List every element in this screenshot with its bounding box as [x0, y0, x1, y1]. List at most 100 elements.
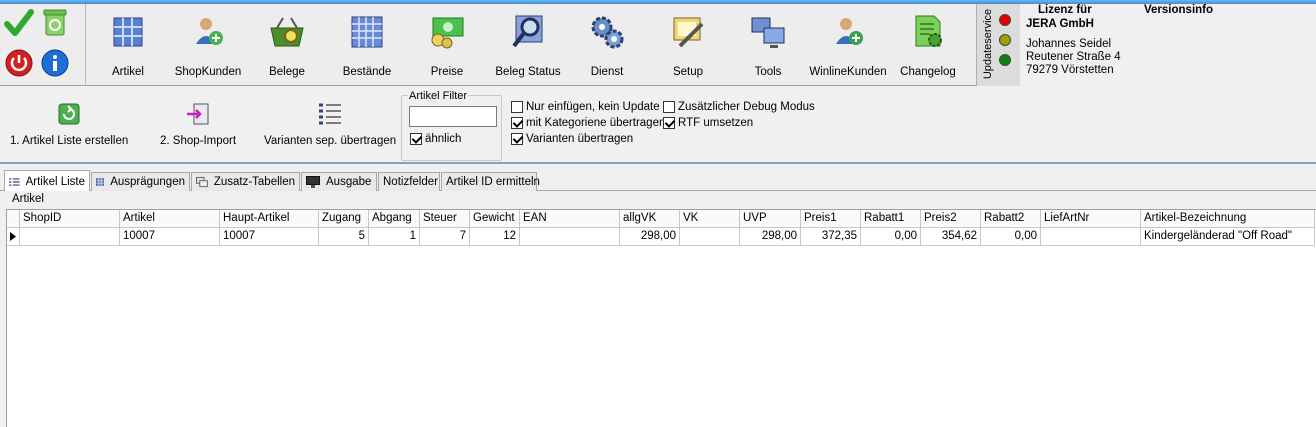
tab-label: Ausprägungen [110, 176, 185, 188]
varianten-label: Varianten übertragen [526, 133, 634, 145]
cell-abgang[interactable]: 1 [369, 228, 420, 246]
rtf-umsetzen-label: RTF umsetzen [678, 117, 754, 129]
license-tab[interactable]: Lizenz für [1038, 4, 1092, 16]
tab-artikel-id-ermitteln[interactable]: Artikel ID ermitteln [441, 172, 540, 191]
cell-rabatt1[interactable]: 0,00 [861, 228, 921, 246]
cell-ean[interactable] [520, 228, 620, 246]
license-panel: Lizenz für Versionsinfo JERA GmbH Johann… [1020, 4, 1316, 86]
artikel-grid[interactable]: ShopID Artikel Haupt-Artikel Zugang Abga… [6, 209, 1316, 427]
column-header[interactable]: Steuer [420, 210, 470, 228]
setup-icon [673, 17, 704, 48]
cell-gewicht[interactable]: 12 [470, 228, 520, 246]
row-indicator-header [7, 210, 20, 228]
row-indicator [7, 228, 20, 246]
license-street: Reutener Straße 4 [1026, 51, 1121, 63]
grid-icon [96, 178, 105, 186]
shop-import-button[interactable]: 2. Shop-Import [160, 101, 236, 147]
column-header[interactable]: Zugang [319, 210, 369, 228]
artikel-ribbon: 1. Artikel Liste erstellen 2. Shop-Impor… [0, 87, 1316, 164]
varianten-uebertragen-button[interactable]: Varianten sep. übertragen [264, 101, 396, 147]
toolbar-button-winlinekunden[interactable]: WinlineKunden [808, 10, 888, 82]
toolbar-button-bestaende[interactable]: Bestände [327, 10, 407, 82]
artikel-liste-erstellen-label: 1. Artikel Liste erstellen [10, 135, 129, 147]
status-led-green [999, 54, 1011, 66]
power-icon[interactable] [4, 48, 34, 78]
toolbar-button-beleg-status[interactable]: Beleg Status [488, 10, 568, 82]
column-header[interactable]: ShopID [20, 210, 120, 228]
toolbar-button-label: Beleg Status [495, 66, 561, 78]
debug-modus-checkbox[interactable]: Zusätzlicher Debug Modus [663, 101, 815, 113]
debug-modus-label: Zusätzlicher Debug Modus [678, 101, 815, 113]
column-header[interactable]: VK [680, 210, 740, 228]
column-header[interactable]: Gewicht [470, 210, 520, 228]
toolbar-button-dienst[interactable]: Dienst [567, 10, 647, 82]
column-header[interactable]: Preis1 [801, 210, 861, 228]
kategorien-checkbox[interactable]: mit Kategoriene übertragen [511, 117, 665, 129]
updateservice-label: Updateservice [982, 8, 994, 80]
toolbar-button-tools[interactable]: Tools [728, 10, 808, 82]
varianten-checkbox[interactable]: Varianten übertragen [511, 133, 633, 145]
column-header[interactable]: Rabatt1 [861, 210, 921, 228]
toolbar-button-artikel[interactable]: Artikel [88, 10, 168, 82]
info-icon[interactable] [40, 48, 70, 78]
checkmark-icon[interactable] [4, 8, 34, 38]
column-header[interactable]: allgVK [620, 210, 680, 228]
toolbar-button-preise[interactable]: Preise [407, 10, 487, 82]
kategorien-label: mit Kategoriene übertragen [526, 117, 666, 129]
versionsinfo-tab[interactable]: Versionsinfo [1144, 4, 1213, 16]
recycle-bin-icon[interactable] [40, 7, 70, 37]
artikel-filter-title: Artikel Filter [408, 90, 469, 102]
cell-zugang[interactable]: 5 [319, 228, 369, 246]
column-header[interactable]: Artikel [120, 210, 220, 228]
cell-preis2[interactable]: 354,62 [921, 228, 981, 246]
cell-rabatt2[interactable]: 0,00 [981, 228, 1041, 246]
column-header[interactable]: EAN [520, 210, 620, 228]
column-header[interactable]: Preis2 [921, 210, 981, 228]
rtf-umsetzen-checkbox[interactable]: RTF umsetzen [663, 117, 753, 129]
cell-vk[interactable] [680, 228, 740, 246]
toolbar-button-belege[interactable]: Belege [247, 10, 327, 82]
tab-artikel-liste[interactable]: Artikel Liste [4, 170, 90, 192]
cell-steuer[interactable]: 7 [420, 228, 470, 246]
column-header[interactable]: Abgang [369, 210, 420, 228]
list-icon [9, 177, 20, 186]
panel-title: Artikel [12, 193, 44, 205]
cell-haupt-artikel[interactable]: 10007 [220, 228, 319, 246]
tab-notizfelder[interactable]: Notizfelder [378, 172, 440, 191]
column-header[interactable]: Artikel-Bezeichnung [1141, 210, 1315, 228]
artikel-liste-erstellen-button[interactable]: 1. Artikel Liste erstellen [10, 101, 128, 147]
nur-einfuegen-checkbox[interactable]: Nur einfügen, kein Update [511, 101, 660, 113]
checkbox-box [663, 117, 675, 129]
cell-liefartnr[interactable] [1041, 228, 1141, 246]
application-window: Artikel ShopKunden Belege Bestände Preis… [0, 0, 1316, 427]
artikel-panel: Artikel ShopID Artikel Haupt-Artikel Zug… [0, 191, 1316, 427]
nur-einfuegen-label: Nur einfügen, kein Update [526, 101, 660, 113]
monitors-icon [751, 17, 785, 48]
column-header[interactable]: Haupt-Artikel [220, 210, 319, 228]
tab-auspraegungen[interactable]: Ausprägungen [91, 172, 190, 191]
toolbar-button-label: ShopKunden [174, 66, 242, 78]
column-header[interactable]: UVP [740, 210, 801, 228]
status-led-yellow [999, 34, 1011, 46]
toolbar-button-setup[interactable]: Setup [648, 10, 728, 82]
shop-import-label: 2. Shop-Import [160, 135, 237, 147]
cell-artikel-bezeichnung[interactable]: Kindergeländerad "Off Road" [1141, 228, 1315, 246]
column-header[interactable]: LiefArtNr [1041, 210, 1141, 228]
row-pointer-icon [10, 232, 16, 241]
cell-artikel[interactable]: 10007 [120, 228, 220, 246]
tab-zusatz-tabellen[interactable]: Zusatz-Tabellen [191, 172, 300, 191]
document-gear-icon [915, 15, 942, 47]
license-name: Johannes Seidel [1026, 38, 1112, 50]
main-toolbar: Artikel ShopKunden Belege Bestände Preis… [0, 4, 1316, 86]
cell-shopid[interactable] [20, 228, 120, 246]
toolbar-button-shopkunden[interactable]: ShopKunden [168, 10, 248, 82]
table-row[interactable]: 10007 10007 5 1 7 12 298,00 298,00 372,3… [7, 228, 1315, 246]
cell-allgvk[interactable]: 298,00 [620, 228, 680, 246]
toolbar-button-changelog[interactable]: Changelog [888, 10, 968, 82]
column-header[interactable]: Rabatt2 [981, 210, 1041, 228]
artikel-filter-input[interactable] [409, 106, 497, 127]
tab-ausgabe[interactable]: Ausgabe [301, 172, 377, 191]
cell-preis1[interactable]: 372,35 [801, 228, 861, 246]
cell-uvp[interactable]: 298,00 [740, 228, 801, 246]
aehnlich-checkbox[interactable]: ähnlich [410, 133, 461, 145]
